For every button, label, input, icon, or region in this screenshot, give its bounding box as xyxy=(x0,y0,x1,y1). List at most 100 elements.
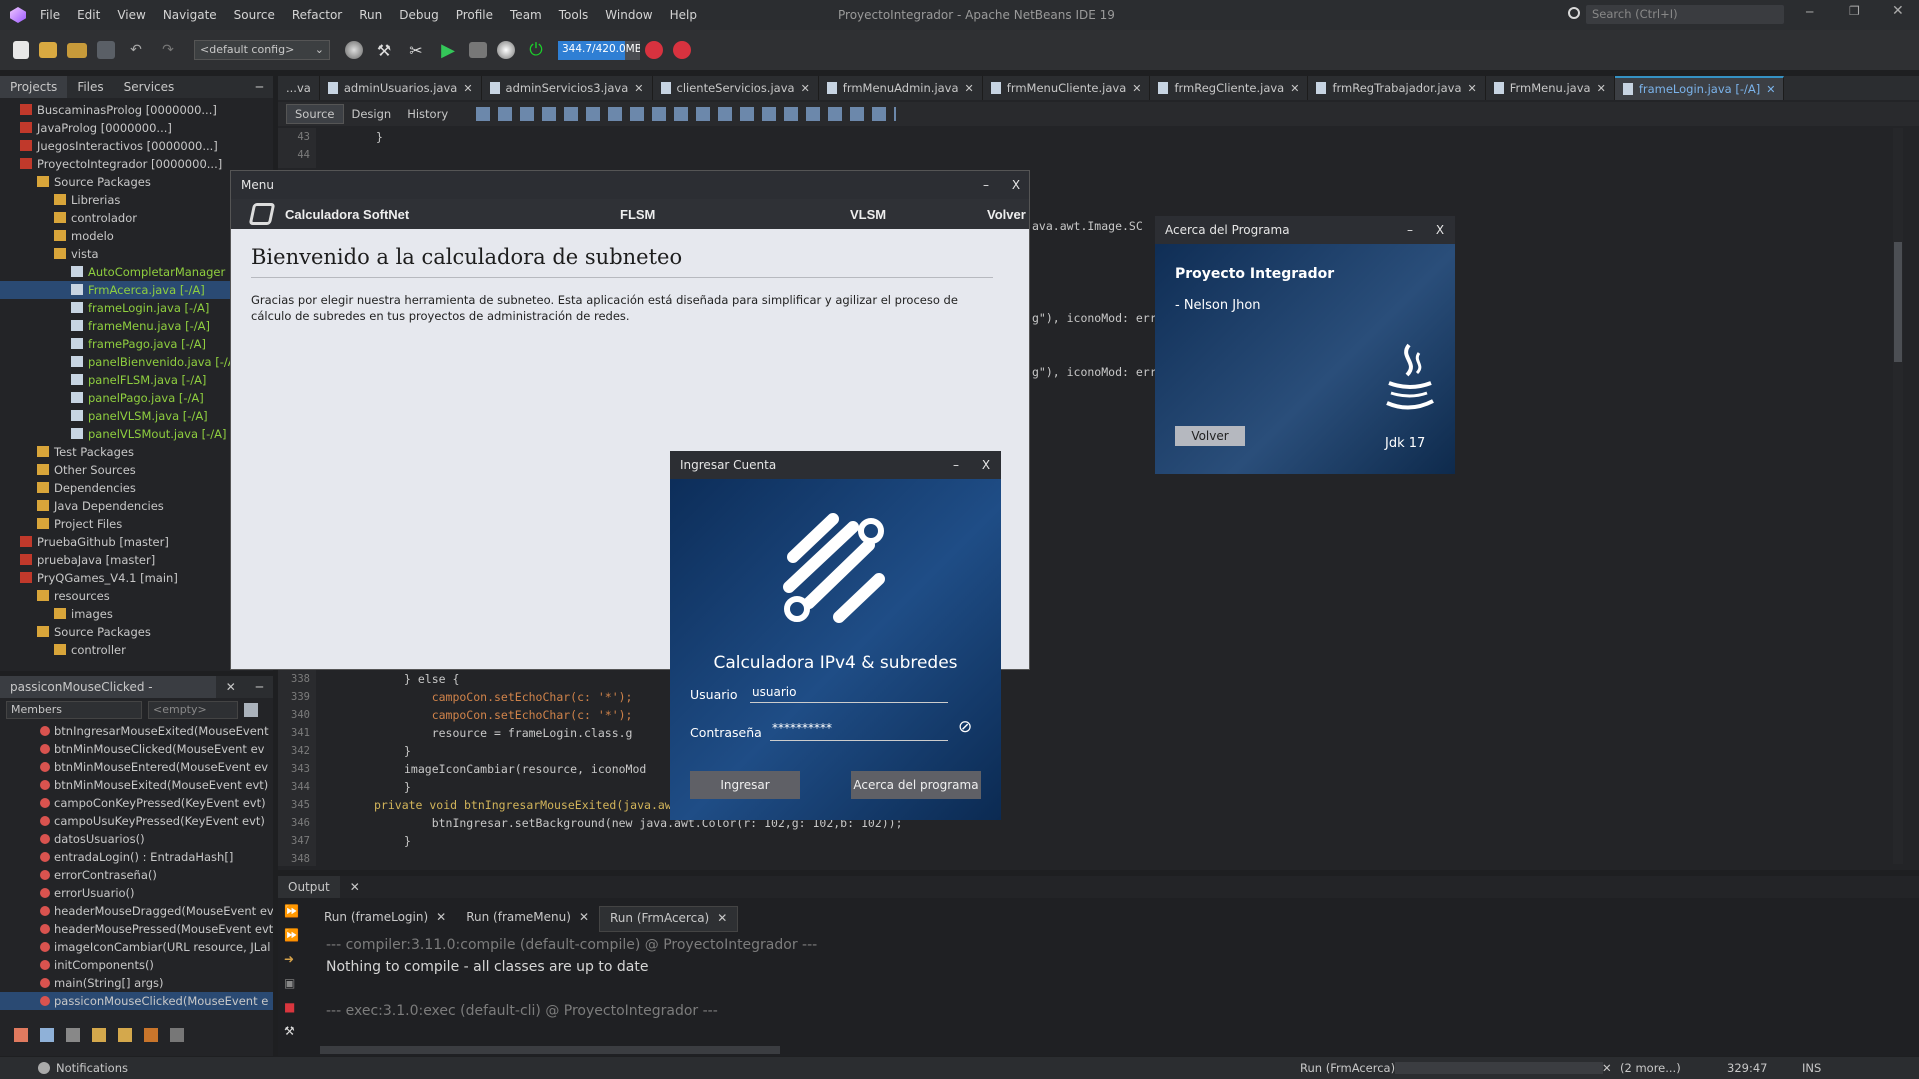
eye-slash-icon[interactable]: ⊘ xyxy=(958,717,972,737)
close-icon[interactable]: ✕ xyxy=(1602,1061,1612,1075)
nav-volver[interactable]: Volver xyxy=(987,207,1026,222)
gc-alt-icon[interactable] xyxy=(673,41,691,59)
close-icon[interactable]: ✕ xyxy=(1290,82,1299,95)
close-icon[interactable]: ✕ xyxy=(1766,83,1775,96)
login-window-titlebar[interactable]: Ingresar Cuenta – X xyxy=(670,451,1001,479)
tree-item[interactable]: JavaProlog [0000000...] xyxy=(0,119,273,137)
close-icon[interactable]: ✕ xyxy=(1132,82,1141,95)
navigator-item[interactable]: campoConKeyPressed(KeyEvent evt) xyxy=(0,794,273,812)
output-tab[interactable]: Run (frameMenu) ✕ xyxy=(456,906,599,932)
close-icon[interactable]: ✕ xyxy=(579,910,589,928)
code-fragment[interactable]: g"), iconoMod: erro xyxy=(1032,365,1164,379)
menu-item[interactable]: Run xyxy=(359,8,382,22)
user-field[interactable]: usuario xyxy=(750,683,948,703)
output-tab[interactable]: Run (frameLogin) ✕ xyxy=(314,906,456,932)
code-fragment[interactable]: ava.awt.Image.SC xyxy=(1032,219,1143,233)
tree-item[interactable]: JuegosInteractivos [0000000...] xyxy=(0,137,273,155)
globe-icon[interactable] xyxy=(345,41,363,59)
menu-item[interactable]: Source xyxy=(234,8,275,22)
close-icon[interactable]: ✕ xyxy=(463,82,472,95)
tab-projects[interactable]: Projects xyxy=(0,76,68,98)
memory-indicator[interactable]: 344.7/420.0MB xyxy=(558,40,640,60)
menu-item[interactable]: Help xyxy=(670,8,697,22)
editor-tab[interactable]: frmMenuCliente.java ✕ xyxy=(983,76,1151,100)
navigator-item[interactable]: datosUsuarios() xyxy=(0,830,273,848)
menu-item[interactable]: Navigate xyxy=(163,8,217,22)
maximize-window-button[interactable]: ❐ xyxy=(1849,4,1860,18)
close-icon[interactable]: ✕ xyxy=(1468,82,1477,95)
scope-select[interactable]: <empty> xyxy=(148,701,238,719)
navigator-item[interactable]: entradaLogin() : EntradaHash[] xyxy=(0,848,273,866)
menu-item[interactable]: Tools xyxy=(559,8,589,22)
navigator-item[interactable]: main(String[] args) xyxy=(0,974,273,992)
menu-item[interactable]: File xyxy=(40,8,60,22)
editor-tab[interactable]: clienteServicios.java ✕ xyxy=(653,76,819,100)
editor-tab[interactable]: adminServicios3.java ✕ xyxy=(482,76,653,100)
rerun-icon[interactable]: ⏩ xyxy=(284,904,299,918)
code-line[interactable]: } xyxy=(376,128,383,146)
static-icon[interactable] xyxy=(66,1028,80,1042)
editor-tab[interactable]: frmMenuAdmin.java ✕ xyxy=(819,76,983,100)
editor-tab[interactable]: frameLogin.java [-/A] ✕ xyxy=(1614,76,1785,100)
menu-item[interactable]: Debug xyxy=(399,8,438,22)
password-field[interactable]: ********** xyxy=(770,721,948,741)
lock-icon[interactable] xyxy=(92,1028,106,1042)
close-icon[interactable]: ✕ xyxy=(1597,82,1606,95)
menu-window-titlebar[interactable]: Menu – X xyxy=(231,171,1029,199)
nav-flsm[interactable]: FLSM xyxy=(620,207,655,222)
notifications-icon[interactable] xyxy=(38,1062,50,1074)
gc-icon[interactable] xyxy=(645,41,663,59)
close-icon[interactable]: ✕ xyxy=(340,880,370,894)
close-button[interactable]: X xyxy=(1425,216,1455,244)
navigator-item[interactable]: initComponents() xyxy=(0,956,273,974)
editor-tab[interactable]: frmRegCliente.java ✕ xyxy=(1150,76,1309,100)
clean-build-icon[interactable]: ✂ xyxy=(405,39,427,61)
rerun-alt-icon[interactable]: ⏩ xyxy=(284,928,299,942)
menu-item[interactable]: Profile xyxy=(456,8,493,22)
close-icon[interactable]: ✕ xyxy=(634,82,643,95)
menu-item[interactable]: Window xyxy=(605,8,652,22)
fields-icon[interactable] xyxy=(40,1028,54,1042)
menu-item[interactable]: Edit xyxy=(77,8,100,22)
tab-files[interactable]: Files xyxy=(67,80,113,94)
editor-scrollbar[interactable] xyxy=(1893,128,1903,864)
navigator-item[interactable]: errorUsuario() xyxy=(0,884,273,902)
editor-tab[interactable]: ...va xyxy=(278,76,320,100)
nav-vlsm[interactable]: VLSM xyxy=(850,207,886,222)
open-project-icon[interactable] xyxy=(67,42,87,58)
about-program-button[interactable]: Acerca del programa xyxy=(851,771,981,799)
tree-item[interactable]: BuscaminasProlog [0000000...] xyxy=(0,101,273,119)
close-icon[interactable]: ✕ xyxy=(216,680,246,694)
output-title[interactable]: Output xyxy=(278,876,340,898)
navigator-item[interactable]: headerMousePressed(MouseEvent evt xyxy=(0,920,273,938)
debug-icon[interactable] xyxy=(469,42,487,58)
close-icon[interactable]: ✕ xyxy=(965,82,974,95)
menu-item[interactable]: Team xyxy=(510,8,542,22)
navigator-item[interactable]: btnMinMouseClicked(MouseEvent ev xyxy=(0,740,273,758)
close-icon[interactable]: ✕ xyxy=(717,911,727,927)
output-hscrollbar[interactable] xyxy=(320,1046,780,1054)
new-project-icon[interactable] xyxy=(39,42,57,58)
step-icon[interactable]: ➜ xyxy=(284,952,299,966)
minimize-panel-button[interactable]: ─ xyxy=(246,680,273,694)
editor-toolbar-icons[interactable] xyxy=(476,107,897,121)
close-icon[interactable]: ✕ xyxy=(801,82,810,95)
tab-design[interactable]: Design xyxy=(344,105,400,123)
power-icon[interactable]: ⏻ xyxy=(525,39,547,61)
minimize-panel-button[interactable]: ─ xyxy=(246,80,273,94)
about-window-titlebar[interactable]: Acerca del Programa – X xyxy=(1155,216,1455,244)
redo-icon[interactable]: ↷ xyxy=(157,39,179,61)
close-window-button[interactable]: ✕ xyxy=(1892,3,1904,19)
menu-item[interactable]: Refactor xyxy=(292,8,342,22)
visibility-icon[interactable] xyxy=(144,1028,158,1042)
navigator-title[interactable]: passiconMouseClicked - Navigator xyxy=(0,676,216,716)
volver-button[interactable]: Volver xyxy=(1175,426,1245,446)
run-icon[interactable]: ▶ xyxy=(437,39,459,61)
navigator-item[interactable]: headerMouseDragged(MouseEvent ev xyxy=(0,902,273,920)
members-select[interactable]: Members xyxy=(6,701,142,719)
status-more[interactable]: (2 more...) xyxy=(1620,1061,1681,1075)
editor-tab[interactable]: adminUsuarios.java ✕ xyxy=(320,76,482,100)
navigator-item[interactable]: campoUsuKeyPressed(KeyEvent evt) xyxy=(0,812,273,830)
navigator-item[interactable]: btnMinMouseExited(MouseEvent evt) xyxy=(0,776,273,794)
navigator-item[interactable]: errorContraseña() xyxy=(0,866,273,884)
